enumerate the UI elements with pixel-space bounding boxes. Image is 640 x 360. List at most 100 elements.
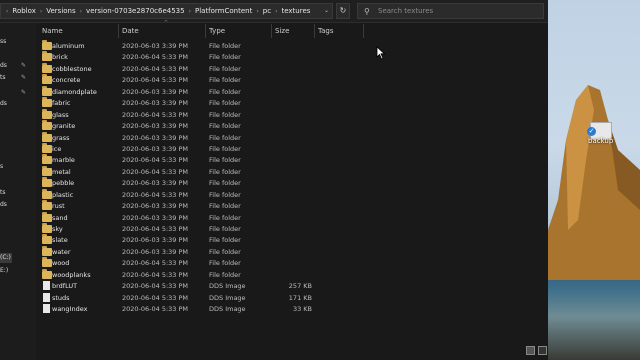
file-row[interactable]: marble 2020-06-04 5:33 PM File folder [36, 154, 548, 166]
search-icon: ⚲ [364, 6, 370, 16]
file-row[interactable]: woodplanks 2020-06-04 5:33 PM File folder [36, 268, 548, 281]
file-date: 2020-06-04 5:33 PM [122, 259, 189, 268]
column-size[interactable]: Size [275, 27, 289, 35]
nav-item-drive-e[interactable]: E:) [0, 267, 8, 274]
wallpaper-cliff [548, 85, 640, 280]
details-view-icon[interactable] [526, 346, 535, 355]
file-date: 2020-06-03 3:39 PM [122, 133, 189, 142]
chevron-right-icon: › [275, 7, 278, 15]
file-row[interactable]: plastic 2020-06-04 5:33 PM File folder [36, 188, 548, 201]
pin-icon: ✎ [21, 62, 27, 69]
file-name: concrete [52, 76, 81, 85]
file-name: sand [52, 213, 68, 222]
nav-item[interactable]: s [0, 163, 3, 170]
file-explorer-window: › Roblox › Versions › version-0703e2870c… [0, 0, 548, 360]
file-row[interactable]: rust 2020-06-03 3:39 PM File folder [36, 200, 548, 212]
column-divider[interactable] [363, 24, 364, 38]
file-type: DDS Image [209, 305, 246, 314]
file-row[interactable]: grass 2020-06-03 3:39 PM File folder [36, 131, 548, 144]
file-row[interactable]: glass 2020-06-04 5:33 PM File folder [36, 108, 548, 121]
column-header: Name ^ Date Type Size Tags [36, 20, 548, 38]
column-date[interactable]: Date [122, 27, 139, 35]
file-size: 171 KB [288, 293, 312, 302]
file-type: File folder [209, 167, 241, 176]
column-divider[interactable] [314, 24, 315, 38]
file-name: sky [52, 225, 63, 233]
file-row[interactable]: aluminum 2020-06-03 3:39 PM File folder [36, 40, 548, 52]
file-row[interactable]: water 2020-06-03 3:39 PM File folder [36, 245, 548, 258]
large-icons-view-icon[interactable] [538, 346, 547, 355]
breadcrumb-roblox[interactable]: Roblox [12, 7, 35, 15]
nav-item[interactable]: ds [0, 201, 7, 208]
file-type: DDS Image [209, 282, 246, 291]
folder-icon [42, 120, 52, 131]
nav-item[interactable]: ss [0, 38, 6, 45]
nav-item[interactable]: ts [0, 189, 5, 196]
file-date: 2020-06-04 5:33 PM [122, 156, 189, 165]
breadcrumb-platformcontent[interactable]: PlatformContent [195, 7, 252, 15]
file-row[interactable]: concrete 2020-06-04 5:33 PM File folder [36, 74, 548, 86]
column-type[interactable]: Type [209, 27, 225, 35]
file-name: brdfLUT [52, 282, 78, 291]
chevron-right-icon: › [6, 7, 9, 15]
file-row[interactable]: granite 2020-06-03 3:39 PM File folder [36, 120, 548, 132]
breadcrumb-versions[interactable]: Versions [46, 7, 75, 15]
refresh-button[interactable]: ↻ [336, 3, 350, 19]
file-type: File folder [209, 202, 241, 211]
breadcrumb-pc[interactable]: pc [263, 7, 271, 15]
file-list: aluminum 2020-06-03 3:39 PM File folder bri… [36, 40, 548, 316]
column-divider[interactable] [118, 24, 119, 38]
address-bar[interactable]: › Roblox › Versions › version-0703e2870c… [0, 3, 333, 19]
file-type: File folder [209, 53, 241, 62]
nav-item[interactable]: ts [0, 74, 5, 81]
file-row[interactable]: wood 2020-06-04 5:33 PM File folder [36, 257, 548, 269]
file-type: DDS Image [209, 293, 246, 302]
chevron-right-icon: › [79, 7, 83, 15]
file-type: File folder [209, 122, 241, 131]
file-row[interactable]: sand 2020-06-03 3:39 PM File folder [36, 211, 548, 224]
file-name: wood [52, 259, 70, 268]
folder-icon [42, 268, 52, 279]
folder-icon [42, 40, 52, 50]
file-row[interactable]: metal 2020-06-04 5:33 PM File folder [36, 165, 548, 178]
folder-icon [42, 223, 52, 233]
file-date: 2020-06-04 5:33 PM [122, 76, 189, 85]
chevron-down-icon[interactable]: ⌄ [324, 7, 329, 14]
column-divider[interactable] [271, 24, 272, 38]
file-row[interactable]: slate 2020-06-03 3:39 PM File folder [36, 234, 548, 246]
navigation-pane: ss ds ✎ ts ✎ ✎ ds s ts ds (C:) E:) [0, 23, 36, 360]
file-type: File folder [209, 110, 241, 119]
file-name: cobblestone [52, 64, 92, 73]
file-row[interactable]: fabric 2020-06-03 3:39 PM File folder [36, 97, 548, 109]
folder-icon [42, 51, 52, 62]
column-name[interactable]: Name [42, 27, 63, 35]
folder-icon [42, 97, 52, 108]
file-row[interactable]: diamondplate 2020-06-03 3:39 PM File folde… [36, 85, 548, 98]
file-row[interactable]: cobblestone 2020-06-04 5:33 PM File folder [36, 62, 548, 75]
file-name: water [52, 247, 71, 256]
file-row[interactable]: studs 2020-06-04 5:33 PM DDS Image 171 KB [36, 292, 548, 304]
breadcrumb-textures[interactable]: textures [281, 7, 310, 15]
file-row[interactable]: brick 2020-06-04 5:33 PM File folder [36, 51, 548, 63]
file-row[interactable]: ice 2020-06-03 3:39 PM File folder [36, 142, 548, 155]
file-row[interactable]: pebble 2020-06-03 3:39 PM File folder [36, 177, 548, 189]
pin-icon: ✎ [21, 89, 27, 96]
column-divider[interactable] [205, 24, 206, 38]
file-row[interactable]: sky 2020-06-04 5:33 PM File folder [36, 223, 548, 235]
chevron-right-icon: › [39, 7, 43, 15]
search-input[interactable] [376, 6, 530, 16]
file-date: 2020-06-03 3:39 PM [122, 87, 189, 96]
breadcrumb-version[interactable]: version-0703e2870c6e4535 [86, 7, 185, 15]
file-type: File folder [209, 156, 241, 165]
nav-item[interactable]: ds [0, 62, 7, 69]
nav-item[interactable]: ds [0, 100, 7, 107]
file-date: 2020-06-04 5:33 PM [122, 282, 189, 291]
search-box[interactable]: ⚲ [357, 3, 544, 19]
file-date: 2020-06-04 5:33 PM [122, 64, 189, 73]
file-date: 2020-06-04 5:33 PM [122, 305, 189, 314]
file-row[interactable]: brdfLUT 2020-06-04 5:33 PM DDS Image 257 KB [36, 281, 548, 292]
nav-item-drive-c[interactable]: (C:) [0, 254, 11, 261]
file-row[interactable]: wangIndex 2020-06-04 5:33 PM DDS Image 33 K… [36, 304, 548, 315]
folder-icon [42, 165, 52, 176]
column-tags[interactable]: Tags [318, 27, 334, 35]
